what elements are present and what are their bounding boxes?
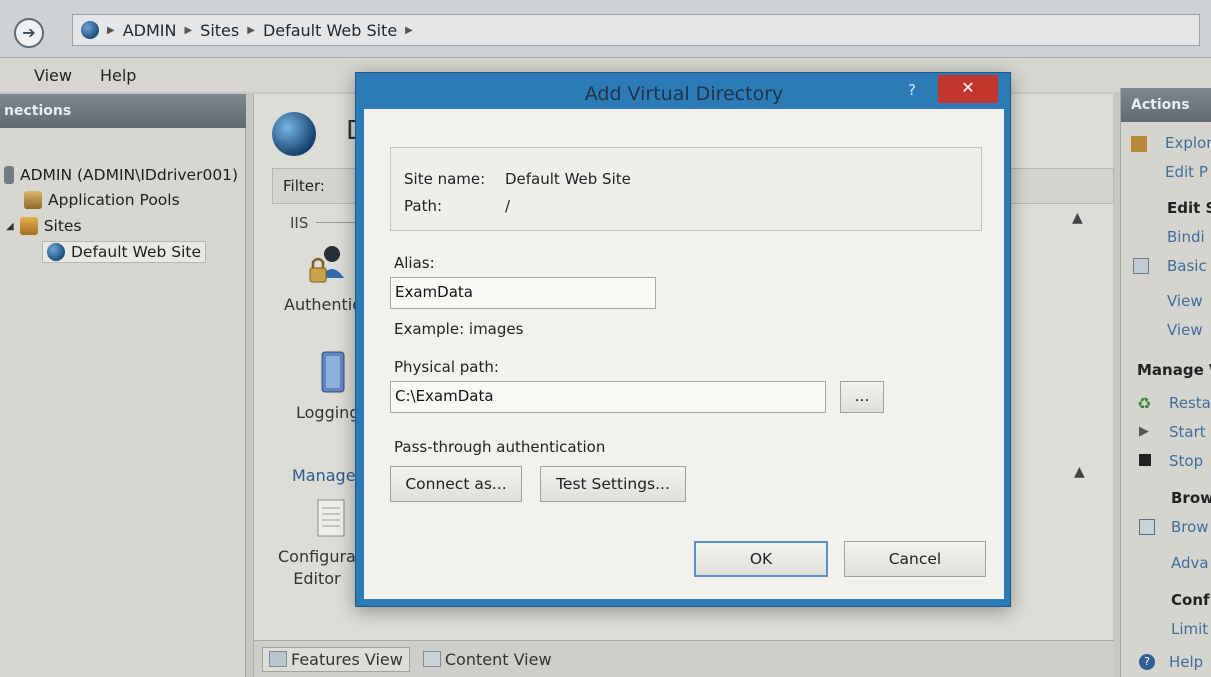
action-stop[interactable]: Stop xyxy=(1169,452,1203,470)
address-bar: ➔ ▶ ADMIN ▶ Sites ▶ Default Web Site ▶ xyxy=(0,0,1211,58)
browse-icon xyxy=(1139,519,1155,535)
actions-pane: Actions Explor Edit P Edit S Bindi Basic… xyxy=(1120,88,1211,677)
feature-label-line: Configura xyxy=(278,547,356,566)
action-edit-site-heading: Edit S xyxy=(1167,199,1211,217)
action-limits[interactable]: Limit xyxy=(1171,620,1208,638)
browse-button[interactable]: ... xyxy=(840,381,884,413)
test-settings-button[interactable]: Test Settings... xyxy=(540,466,686,502)
action-browse[interactable]: Brow xyxy=(1171,518,1209,536)
chevron-right-icon: ▶ xyxy=(107,24,115,36)
connect-as-button[interactable]: Connect as... xyxy=(390,466,522,502)
collapse-up-icon[interactable]: ▲ xyxy=(1074,464,1085,480)
action-browse-website-heading: Brow xyxy=(1171,489,1211,507)
explore-icon xyxy=(1131,136,1147,152)
chevron-right-icon: ▶ xyxy=(247,24,255,36)
content-view-icon xyxy=(422,651,441,667)
tree-item-sites[interactable]: ◢ Sites xyxy=(6,217,82,235)
help-icon: ? xyxy=(1139,654,1155,670)
site-name-value: Default Web Site xyxy=(505,170,631,188)
start-icon: ▶ xyxy=(1139,424,1149,439)
tab-content-view[interactable]: Content View xyxy=(416,647,559,672)
action-explore[interactable]: Explor xyxy=(1165,134,1211,152)
logging-icon xyxy=(321,351,345,393)
tree-item-label: Application Pools xyxy=(48,191,180,209)
globe-icon xyxy=(81,21,99,39)
alias-input[interactable]: ExamData xyxy=(390,277,656,309)
stop-icon xyxy=(1139,454,1151,466)
action-basic-settings[interactable]: Basic xyxy=(1167,257,1207,275)
action-configure-heading: Conf xyxy=(1171,591,1210,609)
connections-header: nections xyxy=(0,94,246,128)
close-button[interactable]: ✕ xyxy=(938,75,998,103)
server-icon xyxy=(4,166,14,184)
connections-pane: nections ADMIN (ADMIN\IDdriver001) Appli… xyxy=(0,94,246,677)
expand-icon: ◢ xyxy=(6,220,14,232)
back-arrow-icon[interactable]: ➔ xyxy=(14,18,44,48)
globe-icon xyxy=(272,112,316,156)
app-pools-icon xyxy=(24,191,42,209)
authentication-icon xyxy=(309,246,344,283)
tree-item-label: ADMIN (ADMIN\IDdriver001) xyxy=(20,166,239,184)
filter-label: Filter: xyxy=(283,177,325,195)
breadcrumb-default-web-site[interactable]: Default Web Site xyxy=(263,21,397,40)
chevron-right-icon: ▶ xyxy=(184,24,193,36)
menu-view[interactable]: View xyxy=(34,66,72,85)
site-info-box: Site name: Default Web Site Path: / xyxy=(390,147,982,231)
help-icon[interactable]: ? xyxy=(908,81,916,99)
add-virtual-directory-dialog: Add Virtual Directory ? ✕ Site name: Def… xyxy=(355,72,1011,607)
basic-settings-icon xyxy=(1133,258,1149,274)
breadcrumb-admin[interactable]: ADMIN xyxy=(123,21,177,40)
pass-through-auth-label: Pass-through authentication xyxy=(394,438,606,456)
path-label: Path: xyxy=(404,197,443,215)
breadcrumb-sites[interactable]: Sites xyxy=(200,21,239,40)
action-advanced-settings[interactable]: Adva xyxy=(1171,554,1209,572)
action-start[interactable]: Start xyxy=(1169,423,1206,441)
dialog-body: Site name: Default Web Site Path: / Alia… xyxy=(364,109,1004,599)
view-tabs: Features View Content View xyxy=(254,640,1114,677)
action-view-virtual-directories[interactable]: View xyxy=(1167,321,1203,339)
physical-path-input[interactable]: C:\ExamData xyxy=(390,381,826,413)
menu-help[interactable]: Help xyxy=(100,66,136,85)
tree-item-app-pools[interactable]: Application Pools xyxy=(24,191,180,209)
feature-label-line: Editor xyxy=(293,569,341,588)
ok-button[interactable]: OK xyxy=(694,541,828,577)
action-view-applications[interactable]: View xyxy=(1167,292,1203,310)
tree-item-label: Sites xyxy=(43,217,82,235)
section-iis-label: IIS xyxy=(290,214,309,232)
alias-label: Alias: xyxy=(394,254,435,272)
sites-folder-icon xyxy=(19,217,38,235)
feature-authentication-label[interactable]: Authentic xyxy=(284,294,361,316)
feature-logging-label[interactable]: Logging xyxy=(296,402,359,424)
action-edit-permissions[interactable]: Edit P xyxy=(1165,163,1208,181)
tree-item-label: Default Web Site xyxy=(71,243,202,261)
actions-header: Actions xyxy=(1121,88,1211,122)
site-name-label: Site name: xyxy=(404,170,486,188)
collapse-up-icon[interactable]: ▲ xyxy=(1072,210,1083,226)
breadcrumb[interactable]: ▶ ADMIN ▶ Sites ▶ Default Web Site ▶ xyxy=(72,14,1200,46)
tab-label: Features View xyxy=(291,649,403,669)
cancel-button[interactable]: Cancel xyxy=(844,541,986,577)
section-divider xyxy=(316,222,356,223)
action-bindings[interactable]: Bindi xyxy=(1167,228,1205,246)
configuration-editor-icon xyxy=(317,499,345,537)
feature-configuration-editor-label[interactable]: Configura Editor xyxy=(278,546,356,590)
tab-features-view[interactable]: Features View xyxy=(262,646,410,672)
tree-item-server[interactable]: ADMIN (ADMIN\IDdriver001) xyxy=(4,166,238,184)
action-restart[interactable]: Resta xyxy=(1169,394,1211,412)
action-help[interactable]: Help xyxy=(1169,653,1203,671)
features-view-icon xyxy=(269,651,287,667)
section-management-label: Manage xyxy=(292,466,356,485)
alias-example-text: Example: images xyxy=(394,320,524,338)
action-manage-website-heading: Manage \ xyxy=(1137,361,1211,379)
physical-path-label: Physical path: xyxy=(394,358,499,376)
restart-icon: ♻ xyxy=(1137,394,1152,413)
path-value: / xyxy=(505,197,511,215)
tab-label: Content View xyxy=(444,649,552,669)
tree-item-default-web-site[interactable]: Default Web Site xyxy=(42,241,207,263)
globe-icon xyxy=(47,243,65,261)
chevron-right-icon: ▶ xyxy=(405,24,413,36)
